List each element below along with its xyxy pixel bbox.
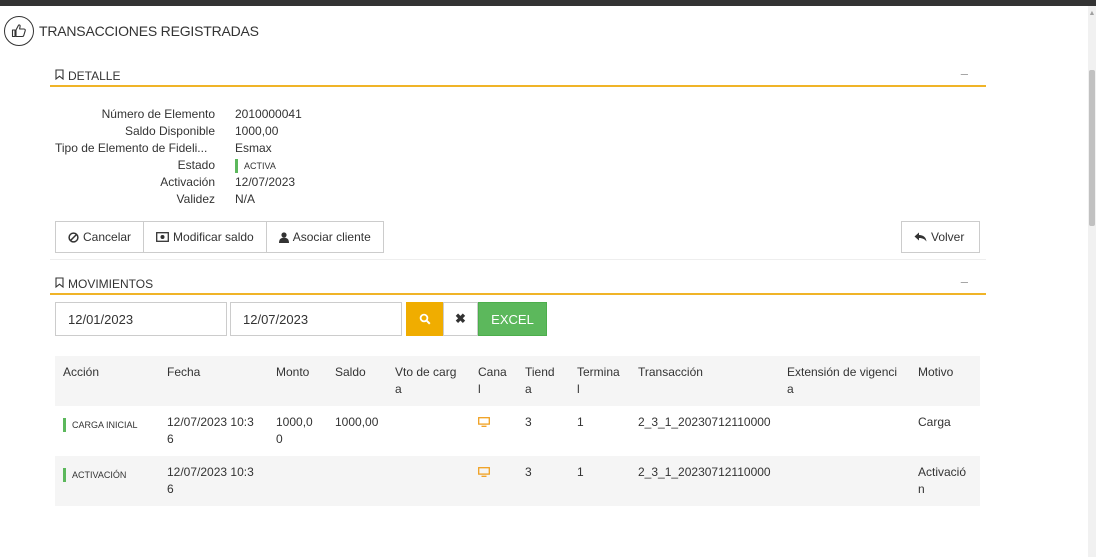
column-header[interactable]: Tienda xyxy=(517,356,569,406)
detail-label: Número de Elemento xyxy=(101,107,215,121)
column-header[interactable]: Monto xyxy=(268,356,327,406)
cell-accion: ACTIVACIÓN xyxy=(55,456,159,506)
action-button-group: Cancelar Modificar saldo Asociar cliente xyxy=(55,221,384,253)
thumbs-up-icon xyxy=(4,16,34,46)
page-header: TRANSACCIONES REGISTRADAS xyxy=(4,16,259,46)
modificar-saldo-label: Modificar saldo xyxy=(173,230,254,244)
clear-button[interactable]: ✖ xyxy=(443,302,478,336)
detail-label: Saldo Disponible xyxy=(124,124,215,138)
cell-vto xyxy=(387,406,470,456)
column-header[interactable]: Extensión de vigencia xyxy=(779,356,910,406)
cancelar-button[interactable]: Cancelar xyxy=(56,222,144,252)
cell-tienda: 3 xyxy=(525,415,532,429)
movimientos-section-title: MOVIMIENTOS xyxy=(68,277,154,291)
table-header-row: Acción Fecha Monto Saldo Vto de carga Ca… xyxy=(55,356,980,406)
cancelar-label: Cancelar xyxy=(83,230,132,244)
detail-row: Activación 12/07/2023 xyxy=(50,174,350,191)
detalle-section-title: DETALLE xyxy=(68,69,121,83)
monitor-icon xyxy=(478,417,490,427)
detail-label: Validez xyxy=(176,192,215,206)
cell-monto xyxy=(268,456,327,506)
cell-transaccion: 2_3_1_20230712110000 xyxy=(638,415,771,429)
volver-label: Volver xyxy=(931,230,965,244)
movimientos-section-header: MOVIMIENTOS – xyxy=(50,271,986,295)
top-bar xyxy=(0,0,1096,6)
excel-button[interactable]: EXCEL xyxy=(478,302,547,336)
detail-label: Tipo de Elemento de Fideli... xyxy=(55,141,208,155)
bookmark-icon xyxy=(55,69,64,80)
column-header[interactable]: Vto de carga xyxy=(387,356,470,406)
search-button[interactable] xyxy=(406,302,443,336)
scroll-up-arrow[interactable]: ▲ xyxy=(1088,10,1096,18)
scroll-thumb[interactable] xyxy=(1089,70,1095,226)
cell-motivo: Activación xyxy=(918,465,967,496)
column-header[interactable]: Fecha xyxy=(159,356,268,406)
page-title: TRANSACCIONES REGISTRADAS xyxy=(39,23,259,39)
accion-tag: CARGA INICIAL xyxy=(63,418,138,432)
money-icon xyxy=(156,232,169,242)
cell-motivo: Carga xyxy=(918,415,951,429)
detail-row: Número de Elemento 2010000041 xyxy=(50,106,350,123)
cell-extension xyxy=(779,456,910,506)
volver-button[interactable]: Volver xyxy=(901,221,980,253)
cell-fecha: 12/07/2023 10:36 xyxy=(167,415,254,446)
column-header[interactable]: Motivo xyxy=(910,356,980,406)
date-to-input[interactable] xyxy=(230,302,402,336)
detalle-collapse-button[interactable]: – xyxy=(961,66,968,81)
detail-row: Validez N/A xyxy=(50,191,350,208)
movimientos-collapse-button[interactable]: – xyxy=(961,274,968,289)
cell-terminal: 1 xyxy=(577,465,584,479)
column-header[interactable]: Saldo xyxy=(327,356,387,406)
ban-icon xyxy=(68,231,79,243)
cell-canal xyxy=(470,456,517,506)
cell-monto: 1000,00 xyxy=(276,415,313,446)
status-badge: ACTIVA xyxy=(235,159,276,173)
detail-row: Estado ACTIVA xyxy=(50,157,350,174)
vertical-scrollbar[interactable]: ▲ xyxy=(1088,6,1096,557)
table-row[interactable]: ACTIVACIÓN 12/07/2023 10:36 3 1 2_3_1_20… xyxy=(55,456,980,506)
close-icon: ✖ xyxy=(455,311,466,326)
detail-value: ACTIVA xyxy=(235,157,276,174)
detail-value: Esmax xyxy=(235,141,272,155)
user-icon xyxy=(278,231,289,243)
detail-list: Número de Elemento 2010000041 Saldo Disp… xyxy=(50,106,350,208)
detail-label: Activación xyxy=(160,175,215,189)
bookmark-icon xyxy=(55,277,64,288)
divider xyxy=(50,259,986,260)
search-icon xyxy=(419,313,431,325)
reply-icon xyxy=(914,232,927,242)
detail-value: N/A xyxy=(235,192,256,206)
table-row[interactable]: CARGA INICIAL 12/07/2023 10:36 1000,00 1… xyxy=(55,406,980,456)
column-header[interactable]: Transacción xyxy=(630,356,779,406)
cell-vto xyxy=(387,456,470,506)
column-header[interactable]: Terminal xyxy=(569,356,630,406)
date-from-input[interactable] xyxy=(55,302,227,336)
detail-row: Tipo de Elemento de Fideli... Esmax xyxy=(50,140,350,157)
cell-accion: CARGA INICIAL xyxy=(55,406,159,456)
movimientos-table: Acción Fecha Monto Saldo Vto de carga Ca… xyxy=(55,356,980,506)
detalle-section-header: DETALLE – xyxy=(50,63,986,87)
accion-tag: ACTIVACIÓN xyxy=(63,468,126,482)
asociar-cliente-button[interactable]: Asociar cliente xyxy=(265,222,383,252)
cell-transaccion: 2_3_1_20230712110000 xyxy=(638,465,771,479)
cell-saldo xyxy=(327,456,387,506)
cell-terminal: 1 xyxy=(577,415,584,429)
detail-row: Saldo Disponible 1000,00 xyxy=(50,123,350,140)
detail-value: 12/07/2023 xyxy=(235,175,296,189)
cell-canal xyxy=(470,406,517,456)
detail-value: 1000,00 xyxy=(235,124,279,138)
column-header[interactable]: Acción xyxy=(55,356,159,406)
detail-label: Estado xyxy=(177,158,215,172)
cell-fecha: 12/07/2023 10:36 xyxy=(167,465,254,496)
cell-saldo: 1000,00 xyxy=(335,415,379,429)
detail-value: 2010000041 xyxy=(235,107,302,121)
cell-extension xyxy=(779,406,910,456)
asociar-cliente-label: Asociar cliente xyxy=(292,230,371,244)
modificar-saldo-button[interactable]: Modificar saldo xyxy=(143,222,266,252)
monitor-icon xyxy=(478,467,490,477)
cell-tienda: 3 xyxy=(525,465,532,479)
column-header[interactable]: Canal xyxy=(470,356,517,406)
